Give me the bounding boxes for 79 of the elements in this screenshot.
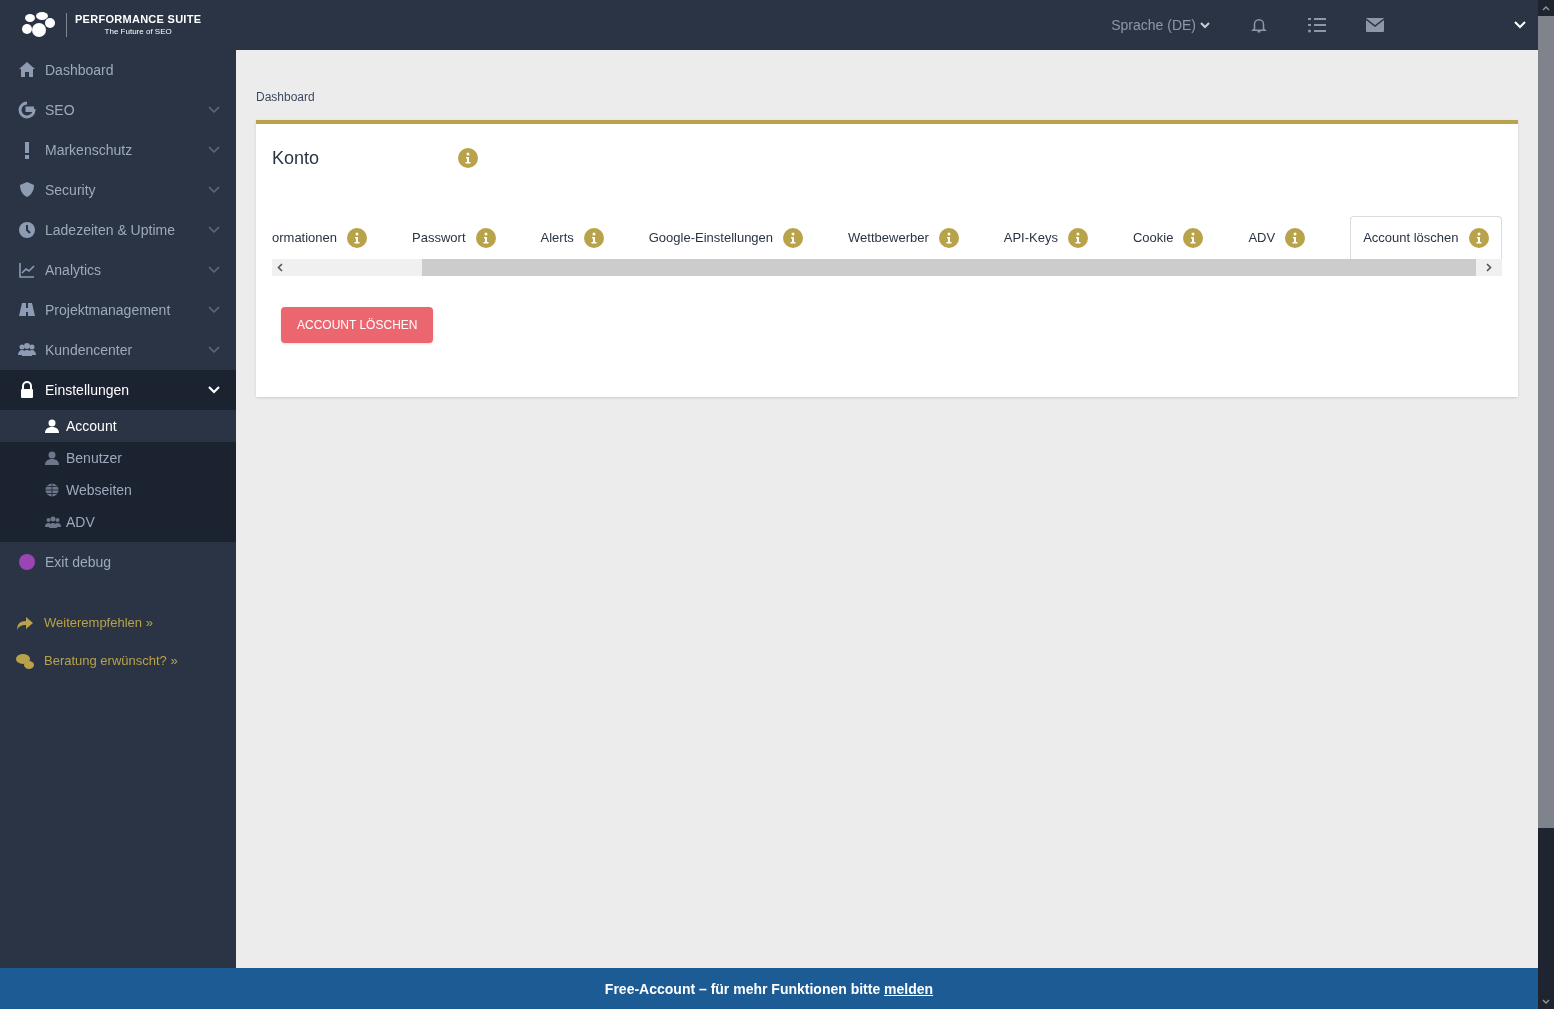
chevron-down-icon: [208, 266, 220, 274]
user-icon: [45, 419, 61, 433]
line-chart-icon: [18, 261, 36, 279]
sidebar-item[interactable]: Analytics: [0, 250, 236, 290]
chevron-down-icon: [208, 186, 220, 194]
page-scrollbar[interactable]: [1538, 0, 1554, 1009]
sidebar-link[interactable]: Weiterempfehlen »: [0, 604, 236, 642]
padlock-icon: [18, 381, 36, 399]
info-icon[interactable]: [1183, 227, 1204, 248]
tab[interactable]: Wettbewerber: [848, 216, 959, 259]
notification-bell-icon[interactable]: [1250, 16, 1268, 34]
scroll-left-icon[interactable]: [277, 263, 283, 272]
sidebar-item[interactable]: Kundencenter: [0, 330, 236, 370]
shield-icon: [18, 181, 36, 199]
checklist-icon[interactable]: [1308, 17, 1326, 33]
chevron-down-icon: [208, 106, 220, 114]
page-scrollbar-thumb[interactable]: [1538, 16, 1554, 828]
submenu-item[interactable]: Webseiten: [0, 474, 236, 506]
sidebar-item[interactable]: Ladezeiten & Uptime: [0, 210, 236, 250]
sidebar-item[interactable]: Projektmanagement: [0, 290, 236, 330]
scroll-up-button[interactable]: [1538, 0, 1554, 16]
info-icon[interactable]: [783, 227, 804, 248]
users-icon: [18, 341, 36, 359]
user-icon: [45, 451, 61, 465]
card-title: Konto: [272, 147, 320, 170]
home-icon: [18, 61, 36, 79]
language-dropdown[interactable]: Sprache (DE): [1111, 15, 1210, 35]
info-icon[interactable]: [475, 227, 496, 248]
brand-tagline: The Future of SEO: [104, 26, 172, 37]
tab[interactable]: Alerts: [540, 216, 604, 259]
sidebar-item[interactable]: Markenschutz: [0, 130, 236, 170]
submenu-item[interactable]: Benutzer: [0, 442, 236, 474]
scroll-down-button[interactable]: [1538, 993, 1554, 1009]
google-g-icon: [18, 101, 36, 119]
users-icon: [45, 515, 61, 529]
chevron-down-icon: [208, 146, 220, 154]
chevron-down-icon: [208, 386, 220, 394]
chevron-down-icon: [1200, 21, 1210, 29]
signup-link[interactable]: melden: [884, 980, 934, 997]
globe-icon: [45, 483, 61, 497]
chevron-down-icon: [208, 226, 220, 234]
info-icon[interactable]: [1468, 228, 1489, 248]
binoculars-icon: [18, 301, 36, 319]
tab[interactable]: API-Keys: [1003, 216, 1088, 259]
clock-icon: [18, 221, 36, 239]
info-icon[interactable]: [583, 227, 604, 248]
chevron-down-icon: [208, 306, 220, 314]
tab[interactable]: Cookie: [1132, 216, 1204, 259]
sidebar-item[interactable]: Exit debug: [0, 542, 236, 582]
sidebar-item[interactable]: Dashboard: [0, 50, 236, 90]
breadcrumb-link[interactable]: Dashboard: [256, 88, 1518, 106]
chevron-down-icon: [208, 346, 220, 354]
tab[interactable]: Passwort: [412, 216, 496, 259]
tab[interactable]: Account löschen: [1350, 216, 1502, 259]
tab[interactable]: ormationen: [272, 216, 368, 259]
info-icon[interactable]: [347, 227, 368, 248]
debug-dot-icon: [18, 553, 36, 571]
info-icon[interactable]: [1285, 227, 1306, 248]
sidebar-item[interactable]: Einstellungen: [0, 370, 236, 410]
sidebar-item[interactable]: SEO: [0, 90, 236, 130]
sidebar-link[interactable]: Beratung erwünscht? »: [0, 642, 236, 680]
submenu-item[interactable]: ADV: [0, 506, 236, 538]
tab[interactable]: ADV: [1248, 216, 1306, 259]
scroll-right-icon[interactable]: [1486, 263, 1492, 272]
chevron-down-icon: [1542, 998, 1550, 1004]
submenu-item[interactable]: Account: [0, 410, 236, 442]
chat-bubbles-icon: [16, 653, 36, 669]
info-icon[interactable]: [1067, 227, 1088, 248]
chevron-up-icon: [1542, 5, 1550, 11]
info-icon[interactable]: [938, 227, 959, 248]
exclamation-icon: [25, 141, 29, 159]
chevron-down-icon[interactable]: [1514, 21, 1526, 29]
brand-name: PERFORMANCE SUITE: [75, 13, 202, 27]
sidebar-item[interactable]: Security: [0, 170, 236, 210]
info-icon[interactable]: [458, 148, 478, 168]
tab[interactable]: Google-Einstellungen: [648, 216, 804, 259]
mail-icon[interactable]: [1366, 18, 1384, 32]
logo-icon: [20, 10, 58, 40]
footer-message: Free-Account – für mehr Funktionen bitte melden: [604, 979, 934, 999]
